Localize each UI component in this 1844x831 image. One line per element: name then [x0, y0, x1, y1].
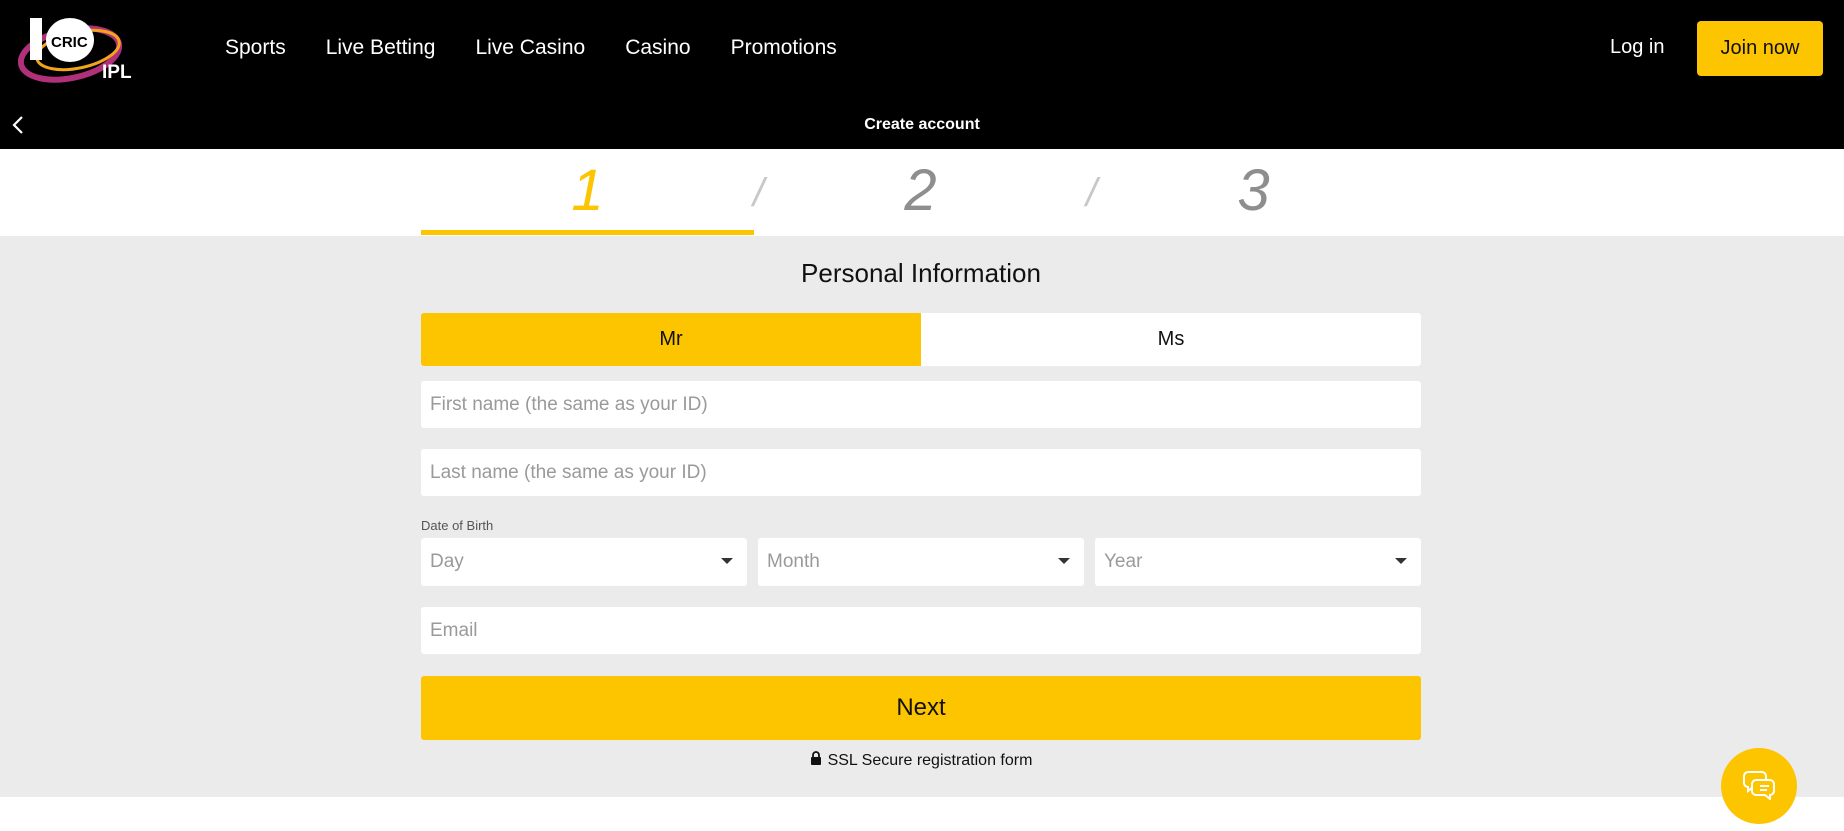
step-1: 1: [571, 158, 604, 223]
nav-live-casino[interactable]: Live Casino: [475, 36, 585, 60]
next-button[interactable]: Next: [421, 676, 1421, 740]
top-navigation-bar: CRIC IPL Sports Live Betting Live Casino…: [0, 0, 1844, 149]
gender-toggle: Mr Ms: [421, 313, 1421, 366]
dob-year-select[interactable]: Year: [1095, 538, 1421, 586]
step-2: 2: [904, 158, 937, 223]
step-3: 3: [1237, 158, 1270, 223]
dob-month-value: Month: [767, 551, 820, 572]
dob-label: Date of Birth: [421, 518, 494, 533]
active-step-indicator: [421, 230, 754, 235]
join-now-button[interactable]: Join now: [1697, 21, 1823, 76]
last-name-input[interactable]: [421, 449, 1421, 496]
first-name-input[interactable]: [421, 381, 1421, 428]
secure-text: SSL Secure registration form: [827, 751, 1033, 769]
dob-day-value: Day: [430, 551, 464, 572]
chat-icon: [1742, 768, 1776, 805]
gender-mr-option[interactable]: Mr: [421, 313, 921, 366]
form-area: Personal Information Mr Ms Date of Birth…: [0, 236, 1844, 797]
nav-sports[interactable]: Sports: [225, 36, 286, 60]
svg-text:IPL: IPL: [102, 62, 132, 83]
dob-day-select[interactable]: Day: [421, 538, 747, 586]
brand-logo[interactable]: CRIC IPL: [17, 16, 144, 84]
dob-month-select[interactable]: Month: [758, 538, 1084, 586]
secure-notice: SSL Secure registration form: [421, 751, 1421, 770]
page-title: Create account: [864, 116, 980, 133]
chevron-down-icon: [1395, 558, 1407, 564]
email-input[interactable]: [421, 607, 1421, 654]
section-title: Personal Information: [801, 258, 1041, 288]
nav-promotions[interactable]: Promotions: [731, 36, 837, 60]
main-nav: Sports Live Betting Live Casino Casino P…: [225, 0, 837, 96]
login-link[interactable]: Log in: [1610, 36, 1665, 59]
chat-button[interactable]: [1721, 748, 1797, 824]
svg-text:CRIC: CRIC: [51, 34, 88, 51]
chevron-down-icon: [1058, 558, 1070, 564]
nav-live-betting[interactable]: Live Betting: [326, 36, 436, 60]
chevron-down-icon: [721, 558, 733, 564]
registration-steps: 1 / 2 / 3: [0, 149, 1844, 236]
gender-ms-option[interactable]: Ms: [921, 313, 1421, 366]
lock-icon: [810, 751, 822, 770]
nav-casino[interactable]: Casino: [625, 36, 690, 60]
dob-year-value: Year: [1104, 551, 1143, 572]
